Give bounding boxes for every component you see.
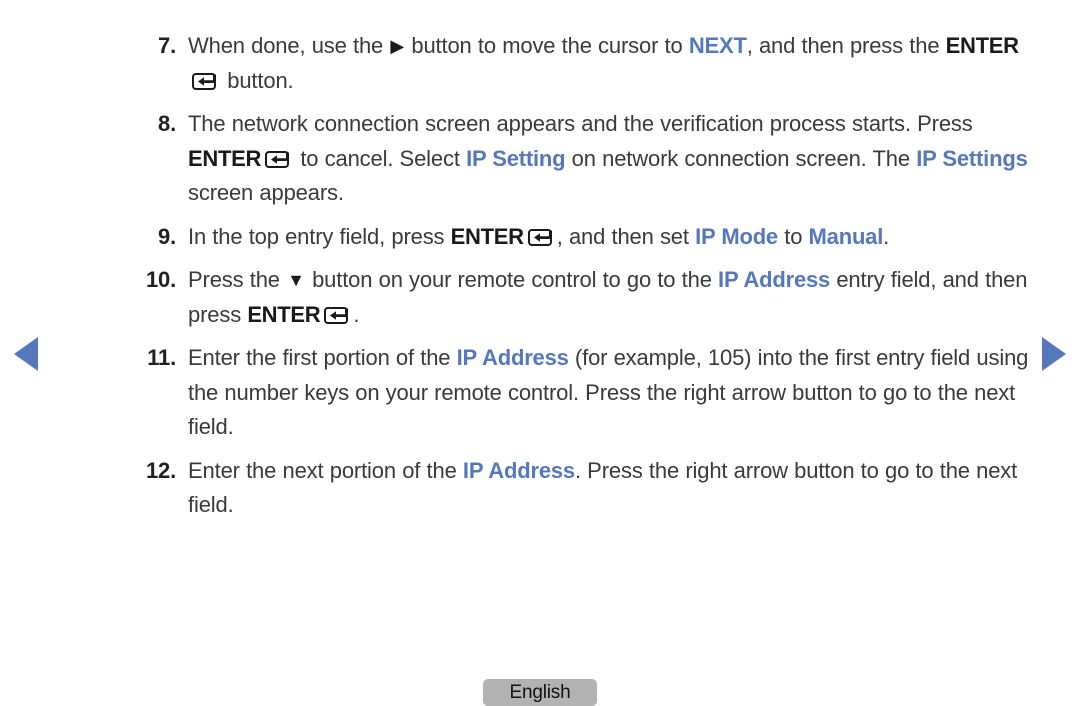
step-text: The network connection screen appears an… <box>188 107 1050 211</box>
body-text: button to move the cursor to <box>405 33 689 58</box>
key-name-label: ENTER <box>450 223 524 249</box>
body-text: to cancel. Select <box>294 145 467 171</box>
menu-term-label: IP Setting <box>466 145 566 171</box>
step-text: Enter the next portion of the IP Address… <box>188 454 1050 523</box>
body-text: . <box>353 301 360 327</box>
enter-key-icon <box>192 72 220 90</box>
menu-term-label: IP Mode <box>695 223 778 249</box>
body-text: The network connection screen appears an… <box>188 111 973 136</box>
body-text: on network connection screen. The <box>565 145 917 171</box>
down-arrow-glyph: ▼ <box>287 270 305 290</box>
body-text: button. <box>221 67 294 93</box>
body-text: Enter the first portion of the <box>188 345 457 370</box>
menu-term-label: IP Settings <box>916 145 1028 171</box>
body-text: Press the <box>188 267 287 292</box>
step-number: 9. <box>158 223 176 249</box>
instruction-step: 10. Press the ▼ button on your remote con… <box>40 263 1080 332</box>
body-text: to <box>777 223 809 249</box>
body-text: , and then set <box>556 223 696 249</box>
body-text: When done, use the <box>188 33 390 58</box>
key-name-label: ENTER <box>247 301 321 327</box>
instruction-step: 9. In the top entry field, press ENTER , a… <box>40 220 1080 255</box>
instruction-step-list: 7. When done, use the ▶ button to move th… <box>0 29 1080 532</box>
key-name-label: ENTER <box>945 33 1019 58</box>
step-text: When done, use the ▶ button to move the … <box>188 29 1050 98</box>
instruction-step: 12. Enter the next portion of the IP Addr… <box>40 454 1080 523</box>
instruction-step: 7. When done, use the ▶ button to move th… <box>40 29 1080 98</box>
body-text: . <box>883 223 890 249</box>
menu-term-label: IP Address <box>456 345 569 370</box>
body-text: button on your remote control to go to t… <box>305 267 719 292</box>
enter-key-icon <box>527 228 556 246</box>
language-button[interactable]: English <box>483 679 597 706</box>
key-name-label: ENTER <box>188 145 262 171</box>
step-number: 8. <box>158 111 176 136</box>
body-text: , and then press the <box>746 33 946 58</box>
instruction-step: 11. Enter the first portion of the IP Add… <box>40 341 1080 445</box>
right-arrow-glyph: ▶ <box>390 36 405 56</box>
manual-page: 7. When done, use the ▶ button to move th… <box>0 0 1080 706</box>
step-number: 12. <box>146 457 176 483</box>
step-text: In the top entry field, press ENTER , and… <box>188 220 1050 255</box>
menu-term-label: NEXT <box>688 33 747 58</box>
menu-term-label: Manual <box>808 223 884 249</box>
body-text: Enter the next portion of the <box>188 457 463 483</box>
step-number: 11. <box>147 345 176 370</box>
body-text: screen appears. <box>188 180 344 205</box>
step-text: Press the ▼ button on your remote contro… <box>188 263 1050 332</box>
menu-term-label: IP Address <box>462 457 575 483</box>
enter-key-icon <box>324 306 352 324</box>
step-number: 10. <box>146 267 176 292</box>
step-number: 7. <box>158 33 176 58</box>
instruction-step: 8. The network connection screen appears … <box>40 107 1080 211</box>
body-text: In the top entry field, press <box>188 223 451 249</box>
step-text: Enter the first portion of the IP Addres… <box>188 341 1050 445</box>
enter-key-icon <box>265 150 293 168</box>
menu-term-label: IP Address <box>718 267 831 292</box>
